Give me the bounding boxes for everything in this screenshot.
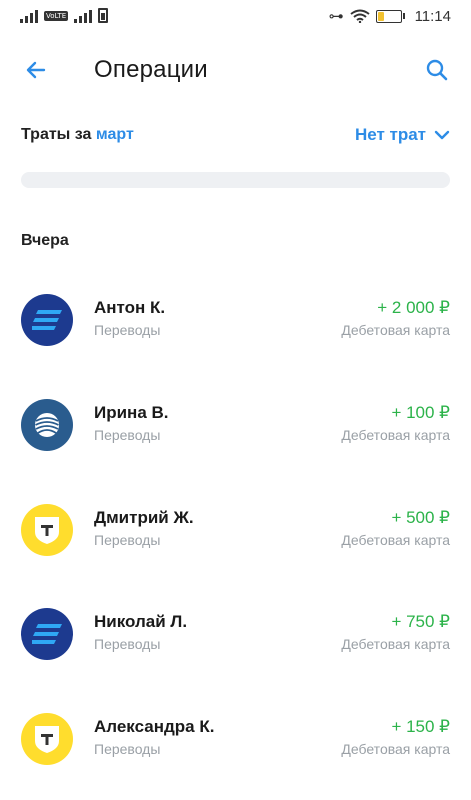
operation-name: Дмитрий Ж. [94,508,194,527]
search-icon [426,59,448,81]
status-right: ⊶ 11:14 [329,7,451,25]
operation-category: Переводы [94,427,161,443]
battery-icon [375,9,405,23]
status-bar: VoLTE ⊶ 11:14 [0,0,471,34]
bank-avatar [21,294,73,346]
no-spend-toggle[interactable]: Нет трат [355,125,450,145]
operation-amount: + 2 000 ₽ [377,298,450,317]
spending-label: Траты за март [21,126,134,144]
operation-item[interactable]: Антон К. Переводы + 2 000 ₽ Дебетовая ка… [0,286,471,356]
operation-amount: + 150 ₽ [391,717,450,736]
operation-item[interactable]: Александра К. Переводы + 150 ₽ Дебетовая… [0,705,471,775]
operation-item[interactable]: Николай Л. Переводы + 750 ₽ Дебетовая ка… [0,600,471,670]
operation-amount: + 750 ₽ [391,612,450,631]
bank-avatar [21,608,73,660]
spending-summary: Траты за март Нет трат [21,122,450,148]
gazprombank-logo-icon [35,413,59,437]
vtb-logo-icon [32,310,62,330]
operation-item[interactable]: Ирина В. Переводы + 100 ₽ Дебетовая карт… [0,391,471,461]
chevron-down-icon [434,130,450,140]
vtb-logo-icon [32,624,62,644]
bank-avatar [21,399,73,451]
page-title: Операции [94,56,208,83]
operation-category: Переводы [94,741,161,757]
sim-icon [98,8,109,23]
clock: 11:14 [414,7,451,25]
section-title-yesterday: Вчера [21,232,69,249]
operation-account: Дебетовая карта [341,427,450,443]
wifi-icon [349,9,370,23]
bank-avatar [21,504,73,556]
operation-amount: + 500 ₽ [391,508,450,527]
operation-name: Ирина В. [94,403,169,422]
volte-icon: VoLTE [44,10,69,21]
arrow-left-icon [26,61,46,79]
tinkoff-logo-icon [35,517,59,544]
signal-icon [74,9,93,23]
operation-account: Дебетовая карта [341,532,450,548]
operation-account: Дебетовая карта [341,636,450,652]
back-button[interactable] [20,54,52,86]
no-spend-label: Нет трат [354,125,426,144]
operation-category: Переводы [94,636,161,652]
operation-name: Николай Л. [94,612,188,631]
app-header: Операции [0,48,471,92]
signal-icon [20,9,38,23]
status-left: VoLTE [20,8,109,23]
operation-category: Переводы [94,322,161,338]
month-selector[interactable]: март [96,126,134,143]
operation-category: Переводы [94,532,161,548]
spending-progress-bar [21,172,450,188]
operation-amount: + 100 ₽ [391,403,450,422]
tinkoff-logo-icon [35,726,59,753]
key-icon: ⊶ [328,7,344,25]
bank-avatar [21,713,73,765]
operation-item[interactable]: Дмитрий Ж. Переводы + 500 ₽ Дебетовая ка… [0,496,471,566]
spending-label-text: Траты за [21,126,92,143]
operation-name: Александра К. [94,717,215,736]
search-button[interactable] [421,54,453,86]
operation-account: Дебетовая карта [341,322,450,338]
operation-account: Дебетовая карта [341,741,450,757]
operation-name: Антон К. [94,298,166,317]
